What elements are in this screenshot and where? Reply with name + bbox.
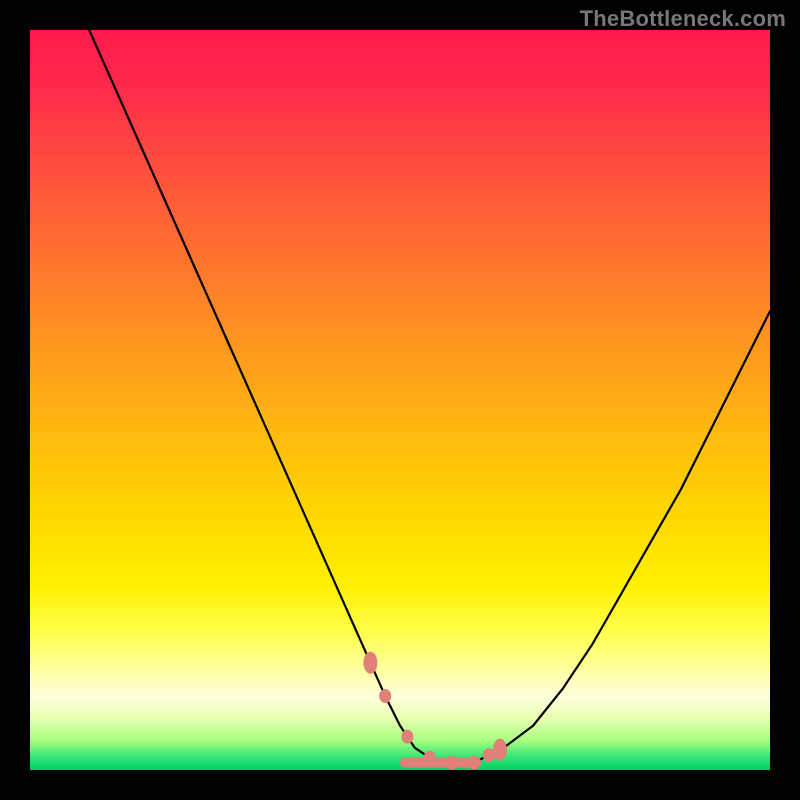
curve-svg [30, 30, 770, 770]
optimal-markers [363, 652, 507, 770]
chart-plot-area [30, 30, 770, 770]
bottleneck-curve-path [89, 30, 770, 763]
watermark-text: TheBottleneck.com [580, 6, 786, 32]
